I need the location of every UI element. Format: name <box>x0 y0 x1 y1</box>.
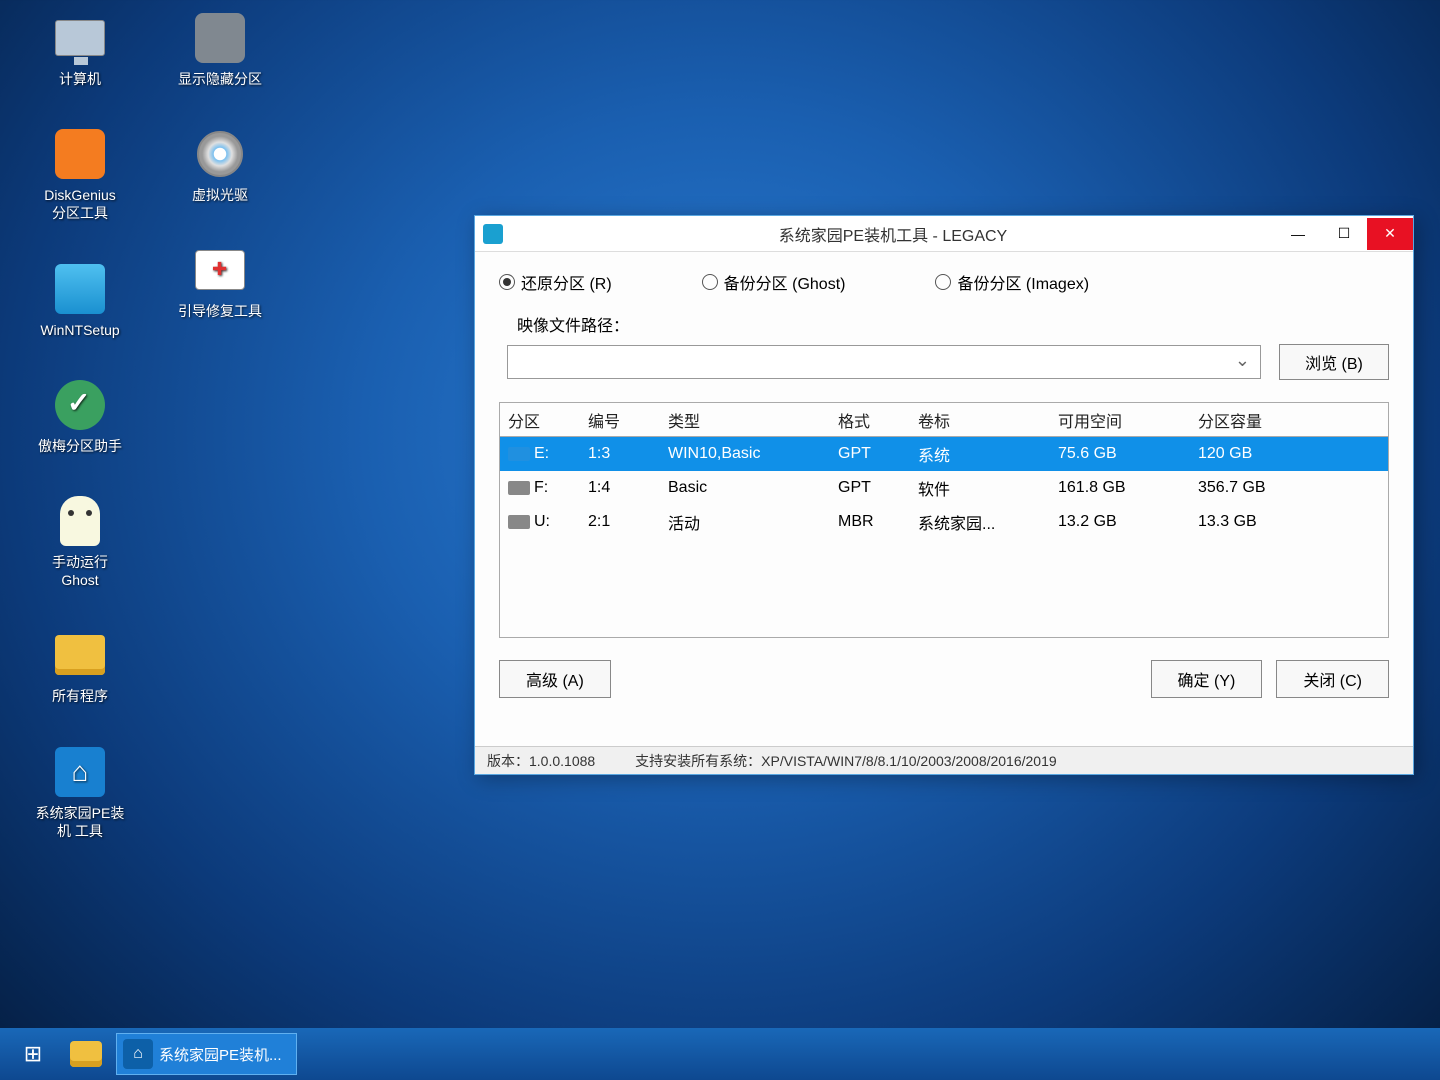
icon-label: 虚拟光驱 <box>192 186 248 204</box>
hidden-icon <box>192 10 248 66</box>
table-row[interactable]: U:2:1活动MBR系统家园...13.2 GB13.3 GB <box>500 505 1388 539</box>
check-icon <box>52 377 108 433</box>
version-label: 版本：1.0.0.1088 <box>487 751 595 771</box>
desktop-icon-pe[interactable]: 系统家园PE装 机 工具 <box>20 744 140 840</box>
radio-backup-imagex[interactable]: 备份分区 (Imagex) <box>935 270 1089 294</box>
desktop: 计算机 DiskGenius 分区工具 WinNTSetup 傲梅分区助手手动运行 G… <box>0 0 1440 1080</box>
pe-icon <box>52 744 108 800</box>
partition-table: 分区 编号 类型 格式 卷标 可用空间 分区容量 E:1:3WIN10,Basi… <box>499 402 1389 638</box>
desktop-icon-ghost[interactable]: 手动运行 Ghost <box>20 493 140 589</box>
ghost-icon <box>52 493 108 549</box>
browse-button[interactable]: 浏览 (B) <box>1279 344 1389 380</box>
radio-circle-icon <box>935 274 951 290</box>
desktop-icon-box[interactable]: 引导修复工具 <box>160 242 280 320</box>
desktop-icon-dg[interactable]: DiskGenius 分区工具 <box>20 126 140 222</box>
desktop-icon-check[interactable]: 傲梅分区助手 <box>20 377 140 455</box>
desktop-icon-hidden[interactable]: 显示隐藏分区 <box>160 10 280 88</box>
icon-label: 系统家园PE装 机 工具 <box>36 804 125 840</box>
table-row[interactable]: E:1:3WIN10,BasicGPT系统75.6 GB120 GB <box>500 437 1388 471</box>
pe-installer-window: 系统家园PE装机工具 - LEGACY — ☐ ✕ 还原分区 (R) 备份分区 … <box>474 215 1414 775</box>
taskbar-app-icon: ⌂ <box>123 1039 153 1069</box>
table-body: E:1:3WIN10,BasicGPT系统75.6 GB120 GBF:1:4B… <box>500 437 1388 637</box>
radio-circle-icon <box>702 274 718 290</box>
dg-icon <box>52 126 108 182</box>
radio-backup-ghost[interactable]: 备份分区 (Ghost) <box>702 270 846 294</box>
disk-icon <box>508 447 530 461</box>
close-dialog-button[interactable]: 关闭 (C) <box>1276 660 1389 698</box>
disk-icon <box>508 481 530 495</box>
minimize-button[interactable]: — <box>1275 218 1321 250</box>
image-path-label: 映像文件路径： <box>517 312 629 336</box>
icon-label: 所有程序 <box>52 687 108 705</box>
start-button[interactable]: ⊞ <box>10 1034 56 1074</box>
titlebar[interactable]: 系统家园PE装机工具 - LEGACY — ☐ ✕ <box>475 216 1413 252</box>
support-label: 支持安装所有系统：XP/VISTA/WIN7/8/8.1/10/2003/200… <box>635 751 1401 771</box>
computer-icon <box>52 10 108 66</box>
icon-label: 傲梅分区助手 <box>38 437 122 455</box>
table-row[interactable]: F:1:4BasicGPT软件161.8 GB356.7 GB <box>500 471 1388 505</box>
window-title: 系统家园PE装机工具 - LEGACY <box>511 222 1275 246</box>
taskbar-app[interactable]: ⌂ 系统家园PE装机... <box>116 1033 297 1075</box>
file-explorer-icon[interactable] <box>66 1034 106 1074</box>
image-path-select[interactable] <box>507 345 1261 379</box>
icon-label: DiskGenius 分区工具 <box>44 186 116 222</box>
nt-icon <box>52 261 108 317</box>
desktop-icon-nt[interactable]: WinNTSetup <box>20 261 140 339</box>
advanced-button[interactable]: 高级 (A) <box>499 660 611 698</box>
radio-dot-icon <box>499 274 515 290</box>
icon-label: 计算机 <box>59 70 101 88</box>
desktop-icon-cd[interactable]: 虚拟光驱 <box>160 126 280 204</box>
icon-label: 引导修复工具 <box>178 302 262 320</box>
radio-restore[interactable]: 还原分区 (R) <box>499 270 612 294</box>
folder-icon <box>52 627 108 683</box>
desktop-icons-col1: 计算机 DiskGenius 分区工具 WinNTSetup 傲梅分区助手手动运行 G… <box>0 0 140 940</box>
close-button[interactable]: ✕ <box>1367 218 1413 250</box>
disk-icon <box>508 515 530 529</box>
ok-button[interactable]: 确定 (Y) <box>1151 660 1263 698</box>
table-header: 分区 编号 类型 格式 卷标 可用空间 分区容量 <box>500 403 1388 437</box>
desktop-icon-computer[interactable]: 计算机 <box>20 10 140 88</box>
desktop-icons-col2: 显示隐藏分区虚拟光驱引导修复工具 <box>160 0 280 321</box>
taskbar: ⊞ ⌂ 系统家园PE装机... <box>0 1028 1440 1080</box>
icon-label: WinNTSetup <box>40 321 119 339</box>
icon-label: 手动运行 Ghost <box>52 553 108 589</box>
maximize-button[interactable]: ☐ <box>1321 218 1367 250</box>
box-icon <box>192 242 248 298</box>
desktop-icon-folder[interactable]: 所有程序 <box>20 627 140 705</box>
app-icon <box>483 224 503 244</box>
statusbar: 版本：1.0.0.1088 支持安装所有系统：XP/VISTA/WIN7/8/8… <box>475 746 1413 774</box>
cd-icon <box>192 126 248 182</box>
icon-label: 显示隐藏分区 <box>178 70 262 88</box>
